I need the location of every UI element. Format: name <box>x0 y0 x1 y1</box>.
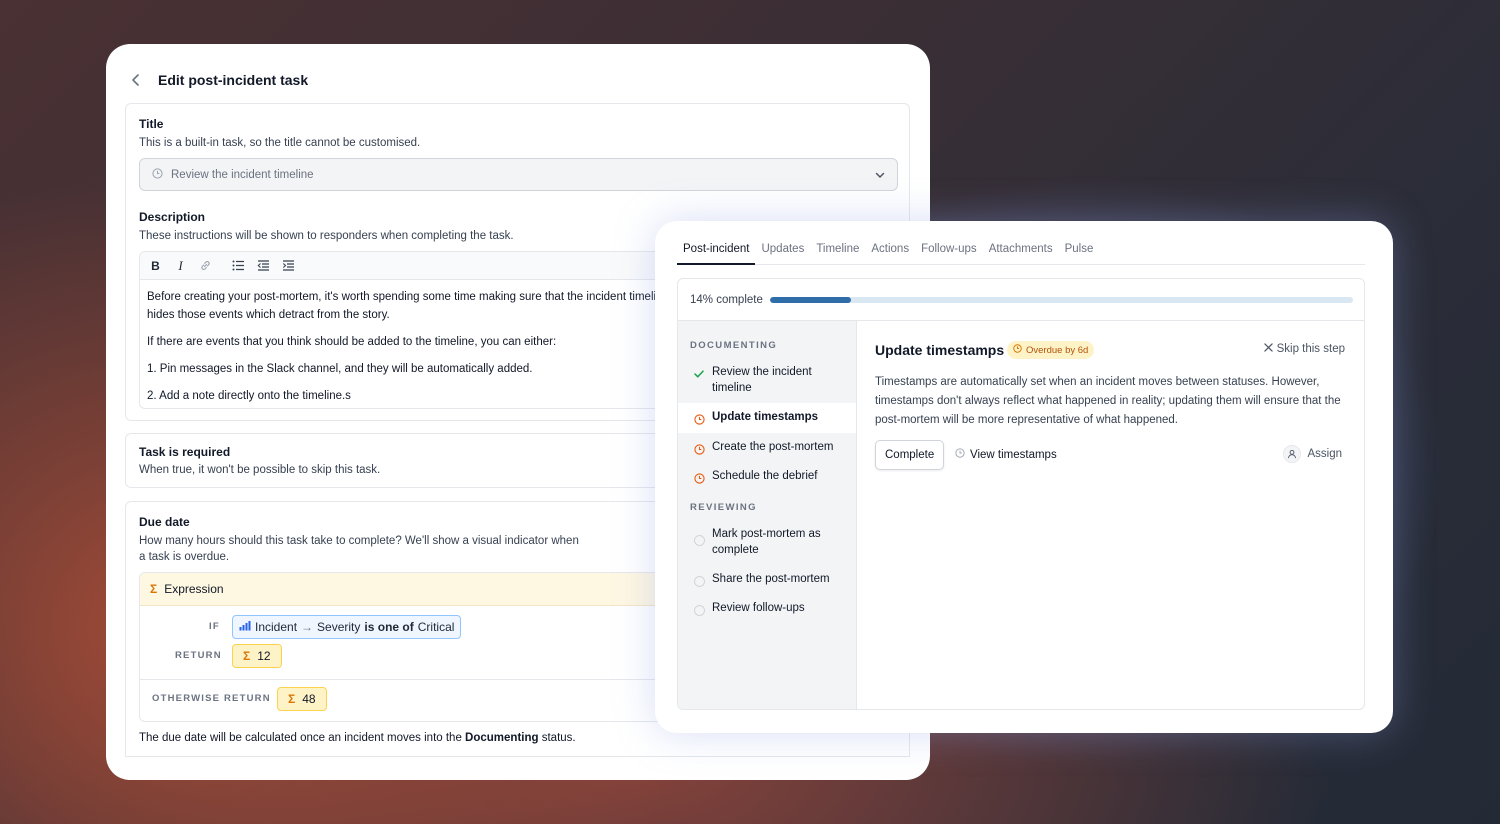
progress-label: 14% complete <box>690 293 763 306</box>
clock-warning-icon <box>692 412 706 426</box>
due-footer-suffix: status. <box>541 732 576 744</box>
due-date-hint-2: a task is overdue. <box>139 551 230 563</box>
step-item[interactable]: Share the post-mortem <box>678 572 856 592</box>
condition-subject: Incident <box>255 620 298 634</box>
due-date-hint: How many hours should this task take to … <box>139 535 579 547</box>
title-hint: This is a built-in task, so the title ca… <box>139 137 421 149</box>
step-list: DOCUMENTING Review the incident timeline… <box>678 321 857 709</box>
tab-timeline[interactable]: Timeline <box>810 239 865 265</box>
close-icon <box>1263 343 1273 355</box>
description-label: Description <box>139 210 206 224</box>
description-hint: These instructions will be shown to resp… <box>139 230 514 242</box>
chevron-down-icon <box>875 166 885 184</box>
step-label: Review the incident timeline <box>712 366 812 394</box>
step-item[interactable]: Schedule the debrief <box>678 469 856 489</box>
clock-warning-icon <box>692 442 706 456</box>
return-value: 12 <box>257 649 271 663</box>
sigma-icon: Σ <box>150 582 158 596</box>
progress-row: 14% complete <box>678 279 1364 321</box>
tab-post-incident[interactable]: Post-incident <box>677 239 756 265</box>
incident-card: Post-incident Updates Timeline Actions F… <box>655 221 1393 733</box>
required-label: Task is required <box>139 445 231 459</box>
step-label: Share the post-mortem <box>712 573 830 585</box>
due-footer-status: Documenting <box>465 732 539 744</box>
step-label: Schedule the debrief <box>712 470 818 482</box>
due-date-footer: The due date will be calculated once an … <box>139 732 576 744</box>
complete-button[interactable]: Complete <box>875 440 945 470</box>
user-icon <box>1283 445 1302 463</box>
due-footer-prefix: The due date will be calculated once an … <box>139 732 462 744</box>
tab-pulse[interactable]: Pulse <box>1059 239 1100 265</box>
incident-tabs: Post-incident Updates Timeline Actions F… <box>677 239 1365 265</box>
expression-label: Expression <box>164 582 224 596</box>
tab-updates[interactable]: Updates <box>755 239 810 265</box>
step-label: Create the post-mortem <box>712 441 834 453</box>
step-label: Update timestamps <box>712 411 819 423</box>
post-incident-panel: 14% complete DOCUMENTING Review the inci… <box>677 278 1365 710</box>
step-detail: Update timestamps Overdue by 6d Skip thi… <box>875 321 1364 709</box>
overdue-text: Overdue by 6d <box>1026 344 1089 356</box>
chevron-left-icon[interactable] <box>126 70 146 90</box>
clock-icon <box>955 448 965 461</box>
title-label: Title <box>139 117 164 131</box>
check-icon <box>692 367 706 381</box>
bar-chart-icon <box>239 620 251 634</box>
indent-icon[interactable] <box>281 258 296 273</box>
condition-field: Severity <box>317 620 361 634</box>
group-reviewing: REVIEWING <box>690 502 757 513</box>
arrow-right-icon: → <box>301 620 314 634</box>
progress-fill <box>769 296 852 303</box>
step-item[interactable]: Review follow-ups <box>678 601 856 621</box>
step-label: Review follow-ups <box>712 602 805 614</box>
outdent-icon[interactable] <box>256 258 271 273</box>
step-item[interactable]: Mark post-mortem as complete <box>678 527 856 559</box>
step-label: Mark post-mortem as complete <box>712 528 821 556</box>
assign-button[interactable]: Assign <box>1283 445 1342 463</box>
condition-pill[interactable]: Incident → Severity is one of Critical <box>232 615 462 639</box>
group-documenting: DOCUMENTING <box>690 340 778 351</box>
condition-operator: is one of <box>364 620 414 634</box>
if-keyword: IF <box>209 621 220 632</box>
view-timestamps-link[interactable]: View timestamps <box>955 448 1057 461</box>
italic-icon[interactable]: I <box>173 258 188 273</box>
tab-follow-ups[interactable]: Follow-ups <box>915 239 983 265</box>
tab-attachments[interactable]: Attachments <box>983 239 1059 265</box>
overdue-badge: Overdue by 6d <box>1007 341 1095 359</box>
progress-bar <box>769 296 1353 303</box>
edit-task-header: Edit post-incident task <box>126 68 308 92</box>
step-item[interactable]: Create the post-mortem <box>678 440 856 460</box>
condition-value: Critical <box>417 620 455 634</box>
otherwise-value-pill[interactable]: Σ 48 <box>277 687 327 711</box>
page-title: Edit post-incident task <box>158 72 309 88</box>
empty-circle-icon <box>692 574 706 588</box>
bullet-list-icon[interactable] <box>231 258 246 273</box>
title-select-value: Review the incident timeline <box>171 168 314 181</box>
sigma-icon: Σ <box>243 649 251 663</box>
bold-icon[interactable]: B <box>148 258 163 273</box>
skip-step-label: Skip this step <box>1276 343 1345 355</box>
tab-actions[interactable]: Actions <box>865 239 915 265</box>
title-select[interactable]: Review the incident timeline <box>139 158 898 191</box>
link-icon[interactable] <box>198 258 213 273</box>
clock-warning-icon <box>692 471 706 485</box>
skip-step-button[interactable]: Skip this step <box>1263 343 1345 355</box>
otherwise-value: 48 <box>302 692 316 706</box>
return-keyword: RETURN <box>175 650 222 661</box>
sigma-icon: Σ <box>288 692 296 706</box>
empty-circle-icon <box>692 533 706 547</box>
view-timestamps-label: View timestamps <box>970 448 1057 461</box>
assign-label: Assign <box>1307 448 1342 460</box>
step-item[interactable]: Review the incident timeline <box>678 365 856 397</box>
return-value-pill[interactable]: Σ 12 <box>232 644 282 668</box>
required-hint: When true, it won't be possible to skip … <box>139 464 381 476</box>
otherwise-keyword: OTHERWISE RETURN <box>152 693 271 704</box>
step-detail-description: Timestamps are automatically set when an… <box>875 376 1341 426</box>
clock-icon <box>1013 344 1022 356</box>
clock-icon <box>152 166 163 184</box>
empty-circle-icon <box>692 603 706 617</box>
step-item-active[interactable]: Update timestamps <box>678 403 856 433</box>
step-detail-title: Update timestamps <box>875 342 1005 358</box>
due-date-label: Due date <box>139 515 190 529</box>
